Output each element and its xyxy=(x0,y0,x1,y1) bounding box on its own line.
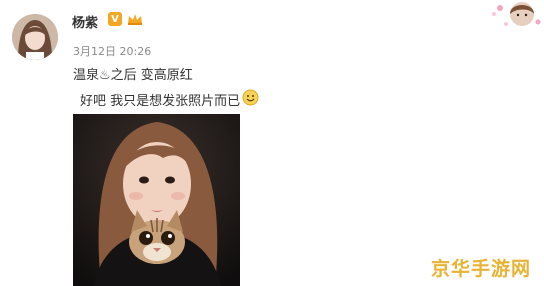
post-photo[interactable] xyxy=(73,114,240,286)
user-avatar[interactable] xyxy=(12,14,58,60)
watermark-text: 京华手游网 xyxy=(431,258,532,280)
photo-image xyxy=(73,114,240,286)
user-badges: V xyxy=(108,12,144,26)
smile-emoji-icon xyxy=(242,89,259,110)
corner-decoration xyxy=(488,0,544,30)
crown-member-icon[interactable] xyxy=(126,12,144,26)
post-text-line1: 温泉♨之后 变高原红 xyxy=(73,68,193,83)
username[interactable]: 杨紫 xyxy=(72,12,98,31)
post-text-line2-content: 好吧 我只是想发张照片而已 xyxy=(80,94,241,109)
post-text-line2: 好吧 我只是想发张照片而已 xyxy=(80,89,259,110)
post-timestamp[interactable]: 3月12日 20:26 xyxy=(73,43,151,59)
avatar-image xyxy=(12,14,58,60)
verified-v-icon: V xyxy=(108,12,122,26)
